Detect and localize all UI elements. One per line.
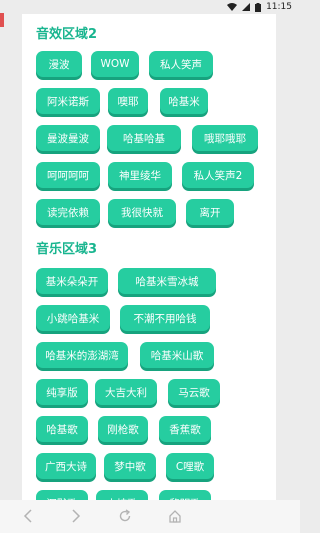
status-bar: 11:15	[0, 0, 300, 14]
music-button[interactable]: 哈基歌	[36, 416, 88, 442]
music-button[interactable]: 小跳哈基米	[36, 305, 110, 331]
music-button[interactable]: 沉默歌	[36, 490, 88, 500]
browser-nav-bar	[0, 500, 300, 533]
sound-button[interactable]: 漫波	[36, 51, 82, 77]
sound-button[interactable]: 呵呵呵呵	[36, 162, 100, 188]
sound-button[interactable]: 哈基米	[160, 88, 208, 114]
sound-button[interactable]: 神里绫华	[108, 162, 172, 188]
sound-button[interactable]: 曼波曼波	[36, 125, 100, 151]
sound-button[interactable]: 私人笑声2	[182, 162, 254, 188]
music-button[interactable]: 黎明歌	[159, 490, 211, 500]
music-button[interactable]: 梦中歌	[104, 453, 156, 479]
sound-row: 曼波曼波 哈基哈基 哦耶哦耶	[36, 125, 272, 151]
home-icon[interactable]	[167, 508, 183, 524]
music-button-grid: 基米朵朵开 哈基米雪冰城 小跳哈基米 不潮不用哈钱 哈基米的澎湖湾 哈基米山歌 纯享版 大吉大…	[36, 268, 272, 500]
music-row: 广西大诗 梦中歌 C哩歌	[36, 453, 272, 479]
sound-button[interactable]: 哈基哈基	[107, 125, 181, 151]
sound-button-grid: 漫波 WOW 私人笑声 阿米诺斯 噢耶 哈基米 曼波曼波 哈基哈基 哦耶哦耶 呵呵呵呵 神里绫华 私人…	[36, 51, 272, 225]
sound-button[interactable]: 哦耶哦耶	[192, 125, 258, 151]
section-title-music: 音乐区域3	[36, 242, 98, 257]
music-button[interactable]: 不潮不用哈钱	[120, 305, 210, 331]
music-row: 哈基歌 刚枪歌 香蕉歌	[36, 416, 272, 442]
refresh-icon[interactable]	[117, 508, 133, 524]
music-button[interactable]: 香蕉歌	[159, 416, 211, 442]
sound-row: 读完依赖 我很快就 离开	[36, 199, 272, 225]
sound-button[interactable]: 私人笑声	[149, 51, 213, 77]
edge-marker	[0, 13, 4, 27]
sound-button[interactable]: 阿米诺斯	[36, 88, 100, 114]
music-button[interactable]: 马云歌	[168, 379, 220, 405]
sound-button[interactable]: 我很快就	[108, 199, 176, 225]
music-button[interactable]: C哩歌	[166, 453, 214, 479]
wifi-icon	[227, 3, 238, 11]
sound-row: 呵呵呵呵 神里绫华 私人笑声2	[36, 162, 272, 188]
signal-icon	[242, 3, 251, 11]
music-row: 沉默歌山坡歌 黎明歌	[36, 490, 272, 500]
music-button[interactable]: 山坡歌	[96, 490, 148, 500]
battery-icon	[255, 2, 262, 12]
sound-button[interactable]: WOW	[91, 51, 139, 77]
back-icon[interactable]	[20, 508, 36, 524]
music-button[interactable]: 哈基米山歌	[140, 342, 214, 368]
sound-button[interactable]: 读完依赖	[36, 199, 100, 225]
music-button[interactable]: 哈基米的澎湖湾	[36, 342, 128, 368]
music-button[interactable]: 刚枪歌	[98, 416, 148, 442]
music-button[interactable]: 广西大诗	[36, 453, 96, 479]
content-card: 音效区域2 漫波 WOW 私人笑声 阿米诺斯 噢耶 哈基米 曼波曼波 哈基哈基 哦耶哦耶 呵呵呵呵…	[22, 14, 276, 500]
section-title-sound: 音效区域2	[36, 27, 98, 42]
status-time: 11:15	[266, 2, 292, 12]
music-button[interactable]: 哈基米雪冰城	[118, 268, 216, 294]
music-row: 小跳哈基米 不潮不用哈钱	[36, 305, 272, 331]
music-row: 哈基米的澎湖湾 哈基米山歌	[36, 342, 272, 368]
music-button[interactable]: 纯享版	[36, 379, 88, 405]
music-row: 纯享版 大吉大利 马云歌	[36, 379, 272, 405]
sound-button[interactable]: 噢耶	[108, 88, 148, 114]
music-row: 基米朵朵开 哈基米雪冰城	[36, 268, 272, 294]
music-button[interactable]: 大吉大利	[95, 379, 157, 405]
forward-icon[interactable]	[68, 508, 84, 524]
sound-button[interactable]: 离开	[186, 199, 234, 225]
sound-row: 阿米诺斯 噢耶 哈基米	[36, 88, 272, 114]
sound-row: 漫波 WOW 私人笑声	[36, 51, 272, 77]
music-button[interactable]: 基米朵朵开	[36, 268, 108, 294]
